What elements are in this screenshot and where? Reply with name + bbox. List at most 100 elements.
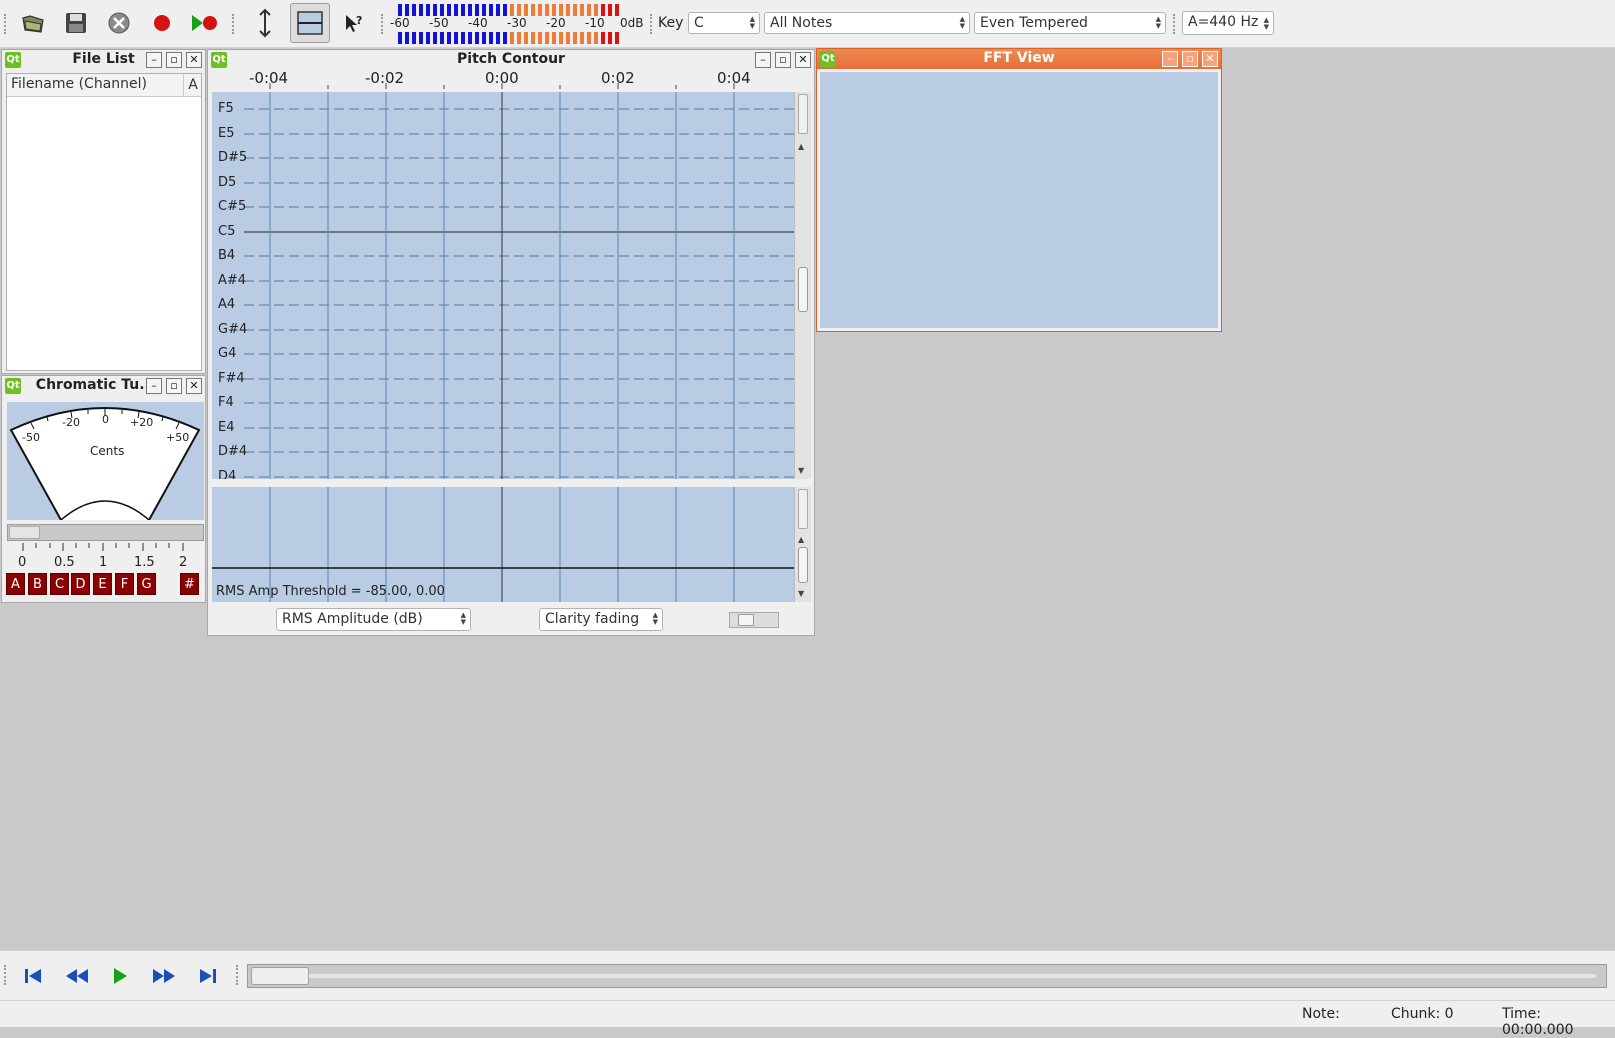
scroll-up-icon[interactable]: ▲ — [798, 142, 804, 151]
close-icon[interactable]: ✕ — [1202, 51, 1218, 67]
meter-label: 0dB — [620, 16, 644, 30]
note-label: B4 — [218, 248, 236, 263]
pitch-scroll-thumb[interactable] — [798, 267, 808, 312]
pitch-vscrollbar[interactable]: ▲ ▼ — [794, 92, 811, 479]
whats-this-icon[interactable]: ? — [335, 5, 373, 41]
meter-segment — [587, 32, 591, 44]
minimize-icon[interactable]: – — [146, 52, 162, 68]
dial-label: +50 — [166, 431, 190, 444]
meter-segment — [559, 32, 563, 44]
pitch-contour-titlebar[interactable]: Qt Pitch Contour – ▫ ✕ — [208, 50, 814, 70]
note-key-b[interactable]: B — [28, 573, 47, 595]
close-icon[interactable]: ✕ — [186, 52, 202, 68]
skip-end-icon[interactable] — [189, 958, 227, 994]
meter-segment — [573, 4, 577, 16]
meter-segment — [538, 4, 542, 16]
note-label: D#4 — [218, 444, 248, 459]
close-file-icon[interactable] — [100, 5, 138, 41]
meter-segment — [440, 4, 444, 16]
amplitude-plot[interactable]: RMS Amp Threshold = -85.00, 0.00 — [212, 487, 799, 602]
fft-titlebar[interactable]: Qt FFT View – ▫ ✕ — [817, 49, 1221, 69]
zoom-handle[interactable] — [798, 94, 808, 134]
meter-segment — [461, 32, 465, 44]
save-icon[interactable] — [57, 5, 95, 41]
toolbar-grip[interactable] — [1173, 14, 1178, 34]
toolbar-grip[interactable] — [381, 14, 386, 34]
close-icon[interactable]: ✕ — [186, 378, 202, 394]
view-toggle-icon[interactable] — [290, 3, 330, 43]
meter-segment — [510, 32, 514, 44]
tuner-titlebar[interactable]: Qt Chromatic Tu... – ▫ ✕ — [2, 376, 205, 396]
amplitude-zoom-handle[interactable] — [798, 489, 808, 529]
meter-segment — [503, 4, 507, 16]
meter-segment — [615, 4, 619, 16]
note-key-g[interactable]: G — [137, 573, 156, 595]
toolbar-grip[interactable] — [650, 14, 655, 34]
fft-plot[interactable] — [820, 72, 1218, 328]
amplitude-scroll-thumb[interactable] — [798, 547, 808, 583]
tuner-slider-handle[interactable] — [9, 526, 40, 539]
note-key-a[interactable]: A — [6, 573, 25, 595]
tuner-slider[interactable] — [7, 524, 204, 541]
temperament-select[interactable]: Even Tempered ▲ ▼ — [974, 12, 1166, 34]
file-list-titlebar[interactable]: Qt File List – ▫ ✕ — [2, 50, 205, 70]
meter-segment — [468, 32, 472, 44]
time-slider-handle[interactable] — [251, 967, 309, 985]
note-key-e[interactable]: E — [93, 573, 112, 595]
minimize-icon[interactable]: – — [755, 52, 771, 68]
pitch-plot[interactable]: F5 E5 D#5 D5 C#5 C5 B4 A#4 A4 G#4 G4 F#4… — [212, 92, 799, 479]
meter-segment — [517, 32, 521, 44]
record-icon[interactable] — [143, 5, 181, 41]
scroll-up-icon[interactable]: ▲ — [798, 535, 804, 544]
key-select[interactable]: C ▲ ▼ — [688, 12, 760, 34]
close-icon[interactable]: ✕ — [795, 52, 811, 68]
meter-segment — [461, 4, 465, 16]
time-slider[interactable] — [247, 964, 1607, 988]
meter-segment — [475, 4, 479, 16]
meter-segment — [559, 4, 563, 16]
view-slider[interactable] — [729, 612, 779, 628]
maximize-icon[interactable]: ▫ — [775, 52, 791, 68]
meter-segment — [426, 4, 430, 16]
scroll-down-icon[interactable]: ▼ — [798, 466, 804, 475]
toolbar-grip[interactable] — [4, 965, 9, 985]
sharp-key[interactable]: # — [180, 573, 199, 595]
maximize-icon[interactable]: ▫ — [166, 378, 182, 394]
maximize-icon[interactable]: ▫ — [166, 52, 182, 68]
note-key-c[interactable]: C — [50, 573, 69, 595]
play-record-icon[interactable] — [186, 5, 224, 41]
note-key-f[interactable]: F — [115, 573, 134, 595]
amplitude-mode-select[interactable]: RMS Amplitude (dB) ▲ ▼ — [276, 608, 471, 631]
note-label: D#5 — [218, 150, 248, 165]
play-icon[interactable] — [101, 958, 139, 994]
status-time: Time: 00:00.000 — [1502, 1006, 1574, 1038]
frequency-value: A=440 Hz — [1188, 14, 1259, 30]
skip-start-icon[interactable] — [14, 958, 52, 994]
note-label: A4 — [218, 297, 236, 312]
header-active[interactable]: A — [183, 74, 202, 96]
open-folder-icon[interactable] — [14, 5, 52, 41]
fast-forward-icon[interactable] — [145, 958, 183, 994]
minimize-icon[interactable]: – — [1162, 51, 1178, 67]
auto-follow-icon[interactable] — [246, 5, 284, 41]
header-filename[interactable]: Filename (Channel) — [11, 76, 147, 92]
note-key-d[interactable]: D — [71, 573, 90, 595]
frequency-spinbox[interactable]: A=440 Hz ▲ ▼ — [1182, 11, 1274, 35]
scroll-down-icon[interactable]: ▼ — [798, 589, 804, 598]
notes-select[interactable]: All Notes ▲ ▼ — [764, 12, 970, 34]
toolbar-grip[interactable] — [236, 965, 241, 985]
fading-mode-select[interactable]: Clarity fading ▲ ▼ — [539, 608, 663, 631]
time-label: -0:04 — [249, 69, 289, 87]
meter-segment — [419, 4, 423, 16]
view-slider-handle[interactable] — [738, 614, 754, 626]
note-label: F5 — [218, 101, 234, 116]
meter-segment — [580, 32, 584, 44]
spin-arrows-icon: ▲ ▼ — [959, 15, 965, 30]
maximize-icon[interactable]: ▫ — [1182, 51, 1198, 67]
file-list-table[interactable]: Filename (Channel) A — [6, 73, 202, 371]
toolbar-grip[interactable] — [232, 14, 237, 34]
amplitude-vscrollbar[interactable]: ▲ ▼ — [794, 487, 811, 602]
toolbar-grip[interactable] — [4, 14, 9, 34]
minimize-icon[interactable]: – — [146, 378, 162, 394]
rewind-icon[interactable] — [58, 958, 96, 994]
